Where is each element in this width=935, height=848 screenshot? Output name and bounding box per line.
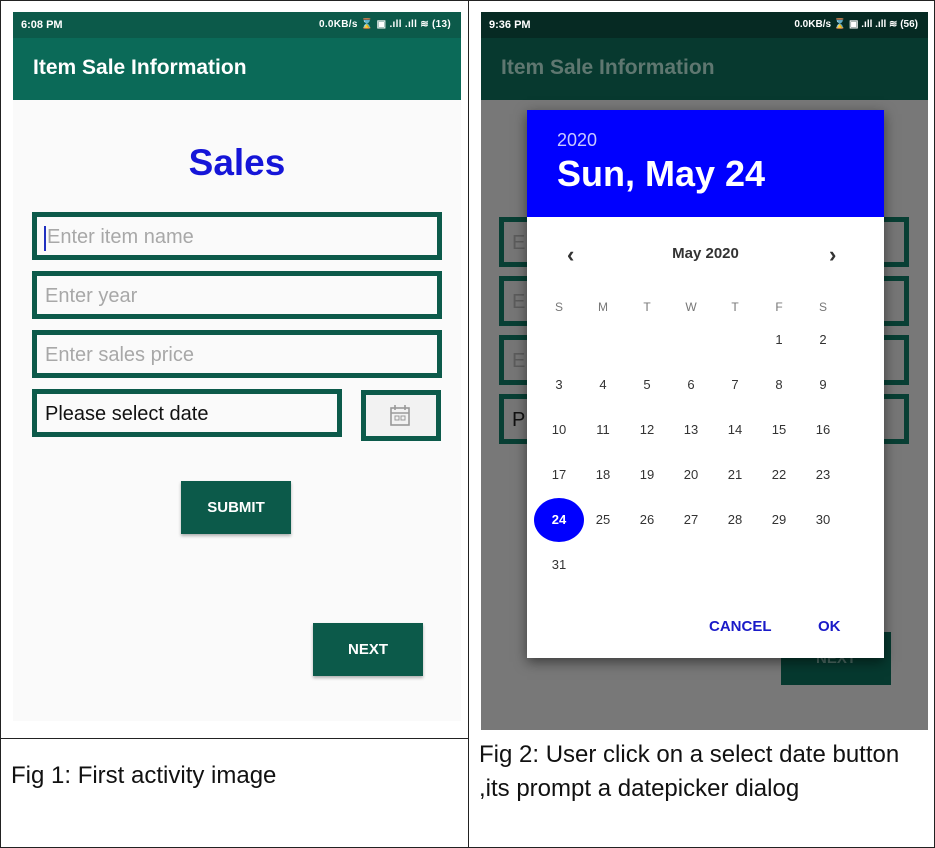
weekday-label: S [554, 300, 563, 314]
calendar-day[interactable]: 9 [803, 365, 843, 405]
calendar-day[interactable]: 25 [583, 500, 623, 540]
phone-screen-2: 9:36 PM 0.0KB/s ⌛ ▣ .ıll .ıll ≋ (56) Ite… [481, 12, 928, 730]
weekday-label: S [818, 300, 827, 314]
status-indicators: 0.0KB/s ⌛ ▣ .ıll .ıll ≋ (56) [794, 19, 918, 30]
sales-price-field[interactable]: Enter sales price [32, 330, 442, 378]
weekday-label: T [643, 300, 651, 314]
calendar-day[interactable]: 21 [715, 455, 755, 495]
app-bar: Item Sale Information [481, 38, 928, 100]
vertical-divider [468, 0, 469, 848]
selected-year[interactable]: 2020 [557, 130, 597, 151]
ok-button[interactable]: OK [818, 618, 841, 635]
calendar-day[interactable]: 17 [539, 455, 579, 495]
figure-2-caption: Fig 2: User click on a select date butto… [479, 741, 900, 802]
app-bar: Item Sale Information [13, 38, 461, 100]
status-time: 9:36 PM [489, 19, 531, 31]
app-title: Item Sale Information [33, 56, 247, 79]
calendar-day[interactable]: 11 [583, 410, 623, 450]
horizontal-divider [0, 738, 468, 739]
item-name-field[interactable]: Enter item name [32, 212, 442, 260]
app-title: Item Sale Information [501, 56, 715, 79]
submit-button[interactable]: SUBMIT [181, 481, 291, 534]
date-picker-header: 2020 Sun, May 24 [527, 110, 884, 217]
calendar-day[interactable]: 7 [715, 365, 755, 405]
background-field-letter: E [512, 350, 526, 372]
calendar-day[interactable]: 8 [759, 365, 799, 405]
calendar-day[interactable]: 28 [715, 500, 755, 540]
calendar-day[interactable]: 30 [803, 500, 843, 540]
figure-1-caption: Fig 1: First activity image [11, 762, 277, 789]
calendar-icon [390, 405, 410, 426]
calendar-day[interactable]: 26 [627, 500, 667, 540]
calendar-day[interactable]: 5 [627, 365, 667, 405]
calendar-day[interactable]: 1 [759, 320, 799, 360]
next-button[interactable]: NEXT [313, 623, 423, 676]
page-heading: Sales [188, 142, 286, 183]
calendar-day[interactable]: 14 [715, 410, 755, 450]
cancel-button[interactable]: CANCEL [709, 618, 772, 635]
year-placeholder: Enter year [45, 285, 138, 307]
item-name-placeholder: Enter item name [47, 226, 194, 248]
date-picker-dialog: 2020 Sun, May 24 ‹ May 2020 › SMTWTFS 12… [527, 110, 884, 658]
calendar-day[interactable]: 29 [759, 500, 799, 540]
date-text: Please select date [45, 403, 209, 425]
status-time: 6:08 PM [21, 19, 63, 31]
calendar-day[interactable]: 23 [803, 455, 843, 495]
next-month-icon[interactable]: › [829, 242, 836, 268]
calendar-day[interactable]: 4 [583, 365, 623, 405]
calendar-day-selected[interactable]: 24 [534, 498, 584, 542]
calendar-day[interactable]: 18 [583, 455, 623, 495]
calendar-day[interactable]: 27 [671, 500, 711, 540]
calendar-day[interactable]: 16 [803, 410, 843, 450]
selected-date: Sun, May 24 [557, 153, 766, 194]
text-cursor [44, 226, 46, 251]
calendar-day[interactable]: 31 [539, 545, 579, 585]
background-field-letter: P [512, 409, 526, 431]
weekday-label: M [598, 300, 608, 314]
phone-screen-1: 6:08 PM 0.0KB/s ⌛ ▣ .ıll .ıll ≋ (13) Ite… [13, 12, 461, 721]
status-indicators: 0.0KB/s ⌛ ▣ .ıll .ıll ≋ (13) [318, 19, 451, 30]
calendar-day[interactable]: 19 [627, 455, 667, 495]
year-field[interactable]: Enter year [32, 271, 442, 319]
weekday-label: F [775, 300, 783, 314]
calendar-day[interactable]: 10 [539, 410, 579, 450]
status-bar: 9:36 PM 0.0KB/s ⌛ ▣ .ıll .ıll ≋ (56) [481, 12, 928, 38]
calendar-day[interactable]: 6 [671, 365, 711, 405]
status-bar: 6:08 PM 0.0KB/s ⌛ ▣ .ıll .ıll ≋ (13) [13, 12, 461, 38]
calendar-day[interactable]: 2 [803, 320, 843, 360]
select-date-button[interactable] [361, 390, 441, 441]
date-field: Please select date [32, 389, 342, 437]
calendar-day[interactable]: 15 [759, 410, 799, 450]
sales-price-placeholder: Enter sales price [45, 344, 194, 366]
weekday-label: W [685, 300, 697, 314]
calendar-day[interactable]: 12 [627, 410, 667, 450]
calendar-day[interactable]: 3 [539, 365, 579, 405]
background-field-letter: E [512, 291, 526, 313]
calendar-day[interactable]: 13 [671, 410, 711, 450]
background-field-letter: E [512, 232, 526, 254]
calendar-day[interactable]: 20 [671, 455, 711, 495]
weekday-label: T [731, 300, 739, 314]
calendar-day[interactable]: 22 [759, 455, 799, 495]
